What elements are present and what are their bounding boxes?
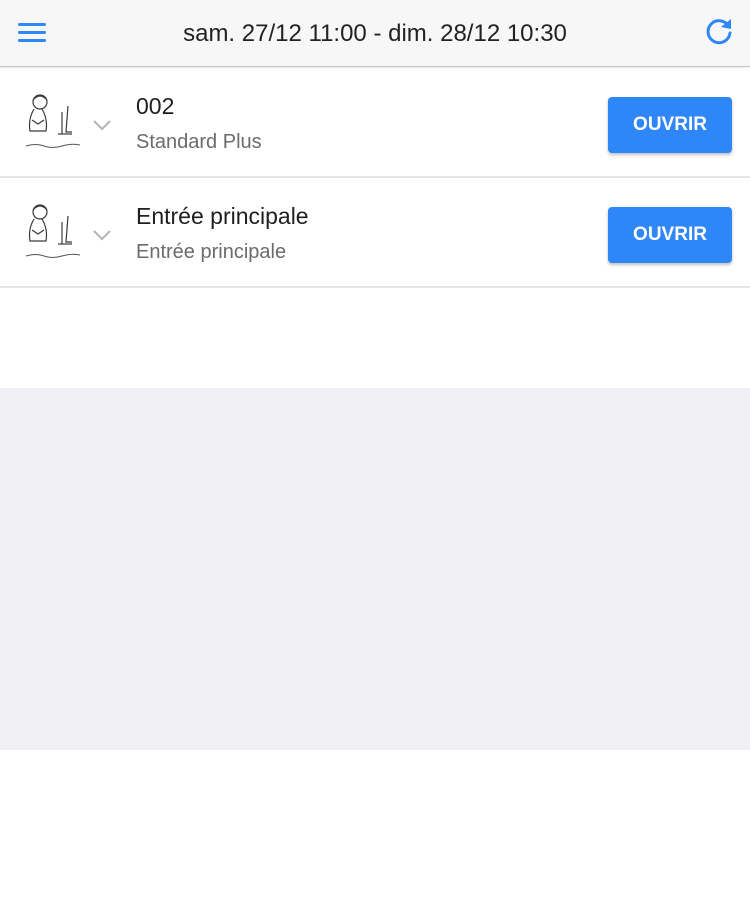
list-item: Entrée principale Entrée principale OUVR… bbox=[0, 178, 750, 288]
open-button[interactable]: OUVRIR bbox=[608, 207, 732, 263]
item-title: 002 bbox=[136, 93, 175, 119]
refresh-icon[interactable] bbox=[702, 15, 736, 49]
logo-image bbox=[22, 90, 84, 156]
access-list: 002 Standard Plus OUVRIR Entrée principa… bbox=[0, 68, 750, 288]
item-subtitle: Standard Plus bbox=[136, 131, 262, 153]
top-bar: sam. 27/12 11:00 - dim. 28/12 10:30 bbox=[0, 0, 750, 67]
chevron-down-icon[interactable] bbox=[90, 117, 114, 133]
item-title: Entrée principale bbox=[136, 203, 309, 229]
chevron-down-icon[interactable] bbox=[90, 227, 114, 243]
list-item: 002 Standard Plus OUVRIR bbox=[0, 68, 750, 178]
empty-area bbox=[0, 388, 750, 750]
hamburger-menu-icon[interactable] bbox=[14, 16, 52, 50]
item-subtitle: Entrée principale bbox=[136, 241, 287, 263]
page-title: sam. 27/12 11:00 - dim. 28/12 10:30 bbox=[183, 20, 567, 47]
logo-image bbox=[22, 200, 84, 266]
open-button[interactable]: OUVRIR bbox=[608, 97, 732, 153]
